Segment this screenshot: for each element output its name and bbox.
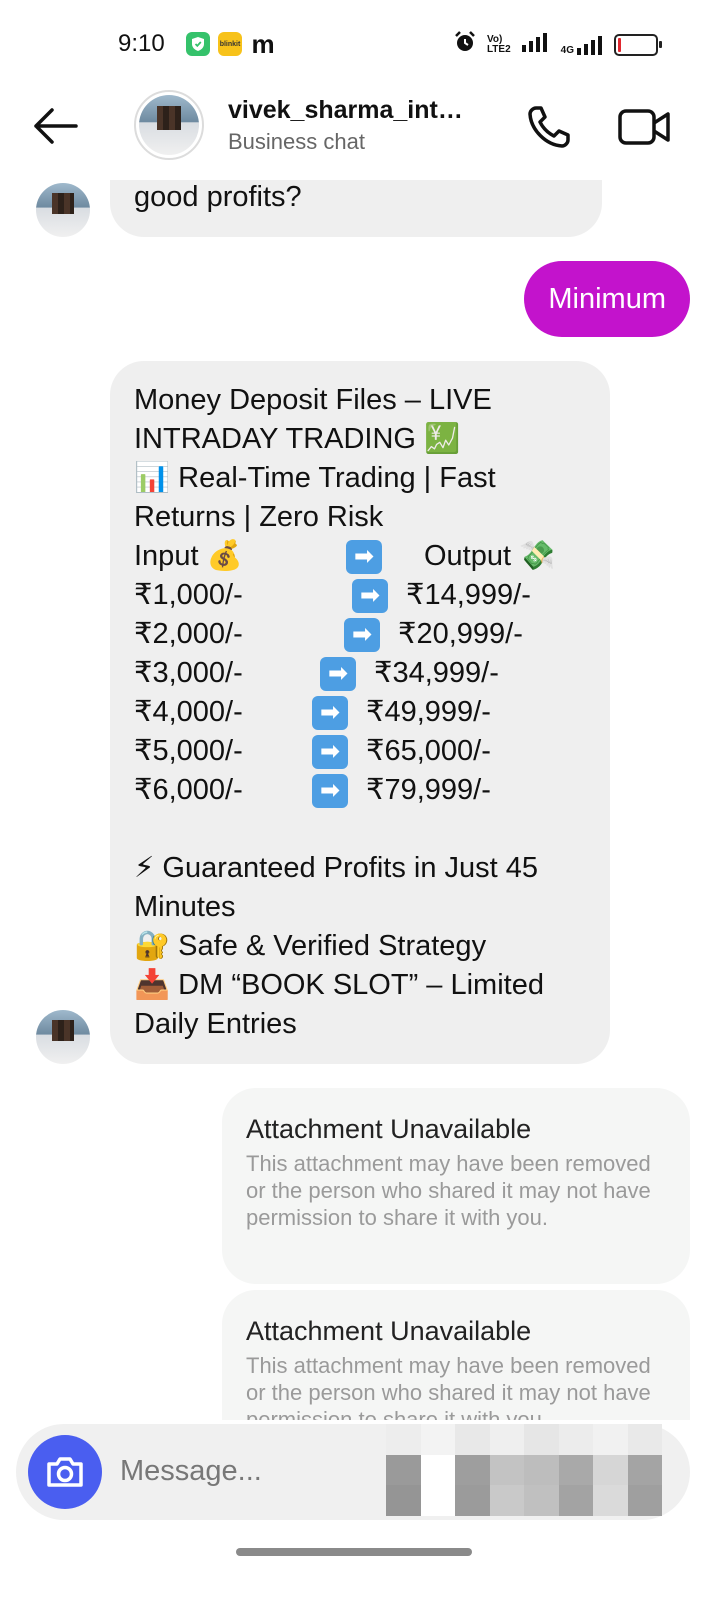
redacted-area <box>386 1424 662 1516</box>
incoming-message[interactable]: good profits? <box>110 180 602 237</box>
back-arrow-icon <box>34 108 78 144</box>
message-line: ⚡ Guaranteed Profits in Just 45 <box>134 852 539 884</box>
volte-label-top: Vo) <box>486 33 503 45</box>
attachment-body: This attachment may have been removed or… <box>246 1151 651 1230</box>
volte-icon: Vo) LTE2 <box>486 33 511 55</box>
table-header-row: Input 💰 ➡ Output 💸 <box>134 537 586 576</box>
back-button[interactable] <box>30 104 80 148</box>
phone-icon <box>528 106 570 148</box>
message-line: Minutes <box>134 891 236 923</box>
signal-4g-icon: 4G <box>561 34 604 56</box>
status-bar: 9:10 blinkit m Vo) LTE2 4G <box>0 0 720 88</box>
arrow-emoji-icon: ➡ <box>312 695 348 730</box>
input-value: ₹6,000/- <box>134 774 243 806</box>
volte-label-bottom: LTE2 <box>486 43 511 55</box>
table-row: ₹1,000/- ➡ ₹14,999/- <box>134 576 586 615</box>
arrow-emoji-icon: ➡ <box>312 773 348 808</box>
message-line: INTRADAY TRADING 💹 <box>134 423 461 455</box>
arrow-emoji-icon: ➡ <box>346 539 382 574</box>
message-text: good profits? <box>134 181 302 213</box>
header-avatar[interactable] <box>134 90 204 160</box>
video-call-button[interactable] <box>616 102 672 152</box>
alarm-icon <box>453 30 477 59</box>
output-value: ₹20,999/- <box>398 618 523 650</box>
table-row: ₹2,000/- ➡ ₹20,999/- <box>134 615 586 654</box>
network-label: 4G <box>560 44 574 56</box>
battery-icon <box>614 33 662 56</box>
attachment-body: This attachment may have been removed or… <box>246 1353 651 1420</box>
input-value: ₹4,000/- <box>134 696 243 728</box>
output-value: ₹49,999/- <box>366 696 491 728</box>
output-header: Output 💸 <box>424 540 556 572</box>
input-value: ₹5,000/- <box>134 735 243 767</box>
message-list[interactable]: good profits? Minimum Money Deposit File… <box>0 180 720 1420</box>
home-indicator[interactable] <box>236 1548 472 1556</box>
message-line: Returns | Zero Risk <box>134 501 384 533</box>
attachment-title: Attachment Unavailable <box>246 1316 532 1346</box>
blinkit-app-icon: blinkit <box>218 32 242 56</box>
status-time: 9:10 <box>118 30 165 57</box>
message-input[interactable] <box>118 1454 382 1489</box>
arrow-emoji-icon: ➡ <box>312 734 348 769</box>
message-line: 📊 Real-Time Trading | Fast <box>134 462 496 494</box>
incoming-message[interactable]: Money Deposit Files – LIVE INTRADAY TRAD… <box>110 361 610 1064</box>
contact-name[interactable]: vivek_sharma_int… <box>228 96 488 125</box>
video-camera-icon <box>618 109 670 145</box>
attachment-unavailable-card[interactable]: Attachment Unavailable This attachment m… <box>222 1088 690 1284</box>
input-value: ₹1,000/- <box>134 579 243 611</box>
arrow-emoji-icon: ➡ <box>320 656 356 691</box>
sender-avatar[interactable] <box>36 1010 90 1064</box>
input-value: ₹3,000/- <box>134 657 243 689</box>
voice-call-button[interactable] <box>524 102 574 152</box>
table-row: ₹6,000/- ➡ ₹79,999/- <box>134 771 586 810</box>
table-row: ₹4,000/- ➡ ₹49,999/- <box>134 693 586 732</box>
attachment-unavailable-card[interactable]: Attachment Unavailable This attachment m… <box>222 1290 690 1420</box>
arrow-emoji-icon: ➡ <box>352 578 388 613</box>
message-line: 📥 DM “BOOK SLOT” – Limited <box>134 969 544 1001</box>
message-line: Money Deposit Files – LIVE <box>134 384 492 416</box>
status-app-icons: blinkit m <box>186 29 276 59</box>
attachment-title: Attachment Unavailable <box>246 1114 532 1144</box>
signal-icon <box>521 31 551 58</box>
sender-avatar[interactable] <box>36 183 90 237</box>
table-row: ₹5,000/- ➡ ₹65,000/- <box>134 732 586 771</box>
input-value: ₹2,000/- <box>134 618 243 650</box>
camera-button[interactable] <box>28 1435 102 1509</box>
m-app-icon: m <box>251 29 275 59</box>
contact-subtitle: Business chat <box>228 129 365 154</box>
output-value: ₹65,000/- <box>366 735 491 767</box>
avatar <box>139 95 199 155</box>
outgoing-message[interactable]: Minimum <box>524 261 690 337</box>
message-line: 🔐 Safe & Verified Strategy <box>134 930 487 962</box>
shield-app-icon <box>186 32 210 56</box>
output-value: ₹79,999/- <box>366 774 491 806</box>
arrow-emoji-icon: ➡ <box>344 617 380 652</box>
input-header: Input 💰 <box>134 540 243 572</box>
status-indicators: Vo) LTE2 4G <box>453 30 662 59</box>
message-composer <box>16 1424 690 1520</box>
camera-icon <box>47 1457 83 1487</box>
chat-header: vivek_sharma_int… Business chat <box>0 88 720 180</box>
output-value: ₹34,999/- <box>374 657 499 689</box>
output-value: ₹14,999/- <box>406 579 531 611</box>
table-row: ₹3,000/- ➡ ₹34,999/- <box>134 654 586 693</box>
battery-level <box>618 37 621 52</box>
message-line: Daily Entries <box>134 1008 297 1040</box>
